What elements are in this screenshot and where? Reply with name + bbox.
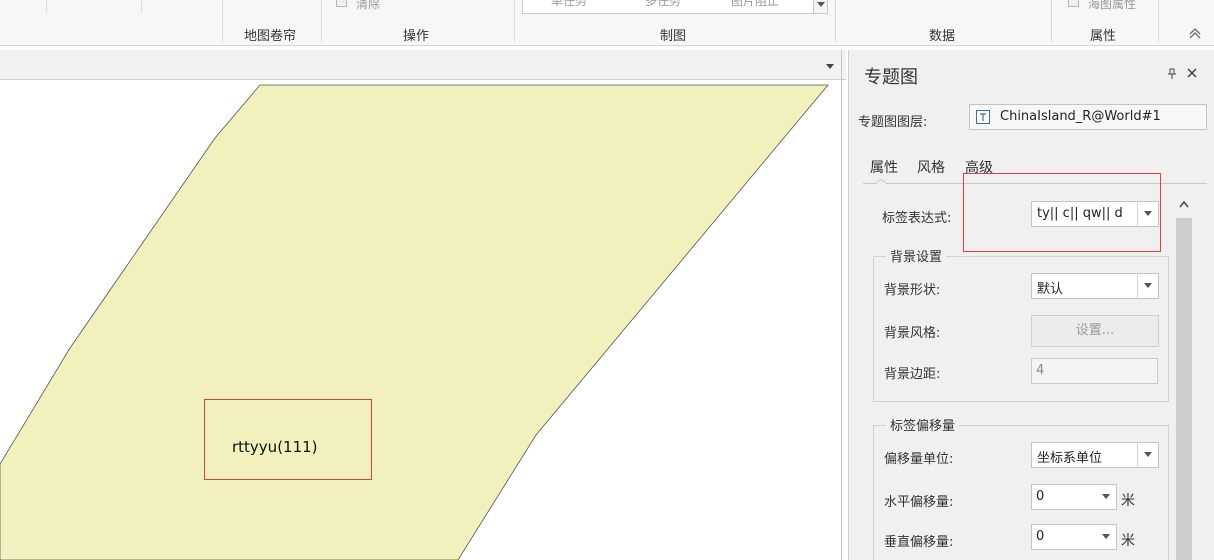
collapse-ribbon-icon[interactable] xyxy=(1187,24,1203,40)
text-layer-icon xyxy=(976,110,990,124)
mapping-gallery[interactable]: 单任务 多任务 图片阻止 xyxy=(522,0,828,14)
layer-value: ChinaIsland_R@World#1 xyxy=(1000,109,1161,124)
map-canvas[interactable]: rttyyu(111) xyxy=(0,80,841,560)
background-style-label: 背景风格: xyxy=(884,326,941,341)
offset-unit-value: 坐标系单位 xyxy=(1037,451,1103,466)
group-label-mapping: 制图 xyxy=(660,29,687,44)
offset-unit-combo[interactable]: 坐标系单位 xyxy=(1031,442,1159,468)
map-property-button[interactable]: 海图属性 xyxy=(1088,0,1136,12)
dropdown-button[interactable] xyxy=(1137,443,1158,467)
background-margin-field[interactable]: 4 xyxy=(1031,358,1158,384)
background-shape-value: 默认 xyxy=(1037,282,1064,297)
gallery-more-button[interactable] xyxy=(813,0,827,13)
thematic-map-panel: 专题图 专题图图层: ChinaIsland_R@World#1 属性 风格 高… xyxy=(848,50,1214,560)
layer-label: 专题图图层: xyxy=(858,115,928,130)
chevron-down-icon xyxy=(1144,283,1152,288)
gallery-item[interactable]: 图片阻止 xyxy=(731,0,779,9)
map-property-icon xyxy=(1068,0,1079,7)
selected-tab-indicator xyxy=(875,179,887,185)
close-icon[interactable] xyxy=(1186,67,1198,79)
map-tab-bar xyxy=(0,50,846,80)
scrollbar-thumb[interactable] xyxy=(1176,218,1192,560)
map-border xyxy=(841,50,842,560)
chevron-down-icon xyxy=(817,2,825,7)
label-expression-label: 标签表达式: xyxy=(882,211,952,226)
chevron-down-icon xyxy=(1144,452,1152,457)
label-offset-legend: 标签偏移量 xyxy=(886,415,960,434)
ribbon-separator xyxy=(835,0,836,42)
gallery-item[interactable]: 单任务 xyxy=(551,0,587,9)
horizontal-offset-unit: 米 xyxy=(1121,493,1135,509)
group-label-operation: 操作 xyxy=(403,29,430,44)
horizontal-offset-value: 0 xyxy=(1036,489,1045,504)
clear-icon xyxy=(336,0,347,7)
ribbon-separator xyxy=(46,0,47,12)
chevron-down-icon[interactable] xyxy=(824,61,836,71)
tab-style[interactable]: 风格 xyxy=(917,157,945,177)
background-shape-label: 背景形状: xyxy=(884,283,941,298)
group-label-map-swipe: 地图卷帘 xyxy=(244,29,297,44)
horizontal-offset-label: 水平偏移量: xyxy=(884,495,954,510)
offset-unit-label: 偏移量单位: xyxy=(884,452,954,467)
ribbon-separator xyxy=(514,0,515,42)
pin-icon[interactable] xyxy=(1167,68,1177,80)
ribbon-separator xyxy=(1051,0,1052,42)
background-settings-legend: 背景设置 xyxy=(886,246,947,265)
vertical-offset-input[interactable]: 0 xyxy=(1031,524,1117,550)
chevron-up-icon[interactable] xyxy=(1178,199,1190,209)
ribbon-separator xyxy=(1158,0,1159,42)
layer-field[interactable]: ChinaIsland_R@World#1 xyxy=(969,104,1207,130)
map-label-text: rttyyu(111) xyxy=(232,438,318,456)
expression-highlight-box xyxy=(963,173,1161,252)
tab-property[interactable]: 属性 xyxy=(870,157,898,177)
vertical-offset-unit: 米 xyxy=(1121,533,1135,549)
background-shape-combo[interactable]: 默认 xyxy=(1031,273,1159,299)
dropdown-button[interactable] xyxy=(1137,274,1158,298)
ribbon-separator xyxy=(141,0,142,12)
chevron-down-icon xyxy=(1102,494,1110,499)
panel-title: 专题图 xyxy=(864,67,918,88)
group-label-data: 数据 xyxy=(929,29,956,44)
background-margin-value: 4 xyxy=(1036,363,1045,378)
vertical-offset-label: 垂直偏移量: xyxy=(884,535,954,550)
chevron-down-icon xyxy=(1102,534,1110,539)
gallery-item[interactable]: 多任务 xyxy=(645,0,681,9)
clear-button[interactable]: 清除 xyxy=(356,0,380,12)
group-label-property: 属性 xyxy=(1090,29,1117,44)
background-margin-label: 背景边距: xyxy=(884,367,941,382)
app-window: 清除 单任务 多任务 图片阻止 海图属性 地图卷帘 操作 制图 数据 属性 rt… xyxy=(0,0,1214,560)
vertical-offset-value: 0 xyxy=(1036,529,1045,544)
island-polygon xyxy=(0,84,829,560)
ribbon-separator xyxy=(321,0,322,42)
background-style-button[interactable]: 设置... xyxy=(1031,315,1159,347)
ribbon: 清除 单任务 多任务 图片阻止 海图属性 地图卷帘 操作 制图 数据 属性 xyxy=(0,0,1214,46)
dropdown-button[interactable] xyxy=(1096,525,1116,549)
ribbon-separator xyxy=(222,0,223,42)
horizontal-offset-input[interactable]: 0 xyxy=(1031,484,1117,510)
panel-scrollbar[interactable] xyxy=(1175,194,1193,560)
dropdown-button[interactable] xyxy=(1096,485,1116,509)
